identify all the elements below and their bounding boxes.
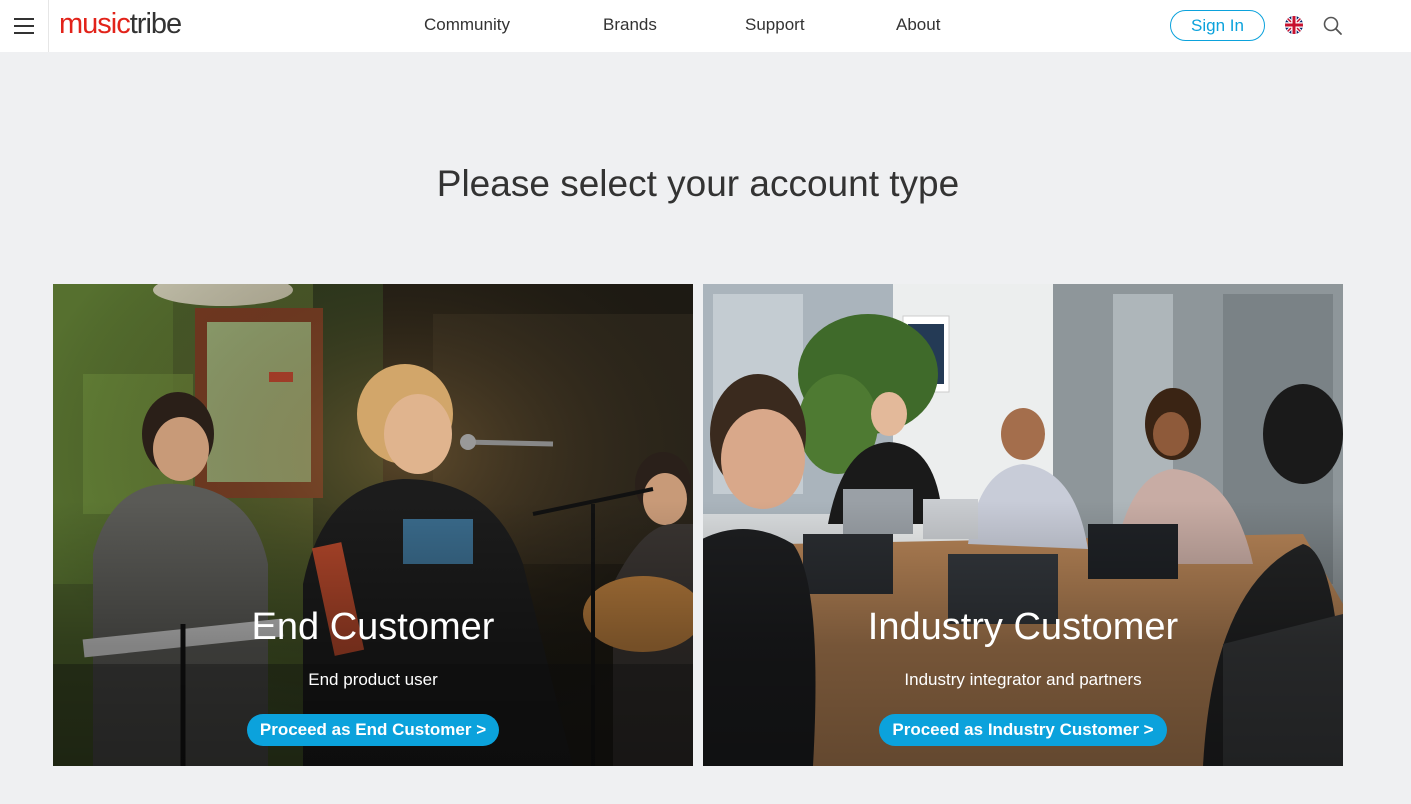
card-overlay	[53, 284, 693, 766]
proceed-industry-customer-button[interactable]: Proceed as Industry Customer >	[879, 714, 1167, 746]
end-customer-title: End Customer	[251, 606, 495, 648]
nav-support[interactable]: Support	[745, 15, 805, 35]
proceed-end-customer-button[interactable]: Proceed as End Customer >	[247, 714, 499, 746]
card-overlay	[703, 284, 1343, 766]
nav-community[interactable]: Community	[424, 15, 510, 35]
nav-brands[interactable]: Brands	[603, 15, 657, 35]
sign-in-button[interactable]: Sign In	[1170, 10, 1265, 41]
musictribe-logo[interactable]: musictribe	[59, 6, 182, 42]
page-title: Please select your account type	[436, 163, 960, 204]
end-customer-card[interactable]: End Customer End product user Proceed as…	[53, 284, 693, 766]
uk-flag-icon[interactable]	[1285, 16, 1303, 34]
nav-about[interactable]: About	[896, 15, 940, 35]
end-customer-subtitle: End product user	[308, 670, 438, 689]
industry-customer-title: Industry Customer	[867, 606, 1179, 648]
industry-customer-subtitle: Industry integrator and partners	[904, 670, 1142, 689]
site-header: musictribe Community Brands Support Abou…	[0, 0, 1411, 52]
industry-customer-card[interactable]: Industry Customer Industry integrator an…	[703, 284, 1343, 766]
hamburger-menu-icon[interactable]	[0, 0, 49, 52]
search-icon[interactable]	[1321, 14, 1345, 38]
